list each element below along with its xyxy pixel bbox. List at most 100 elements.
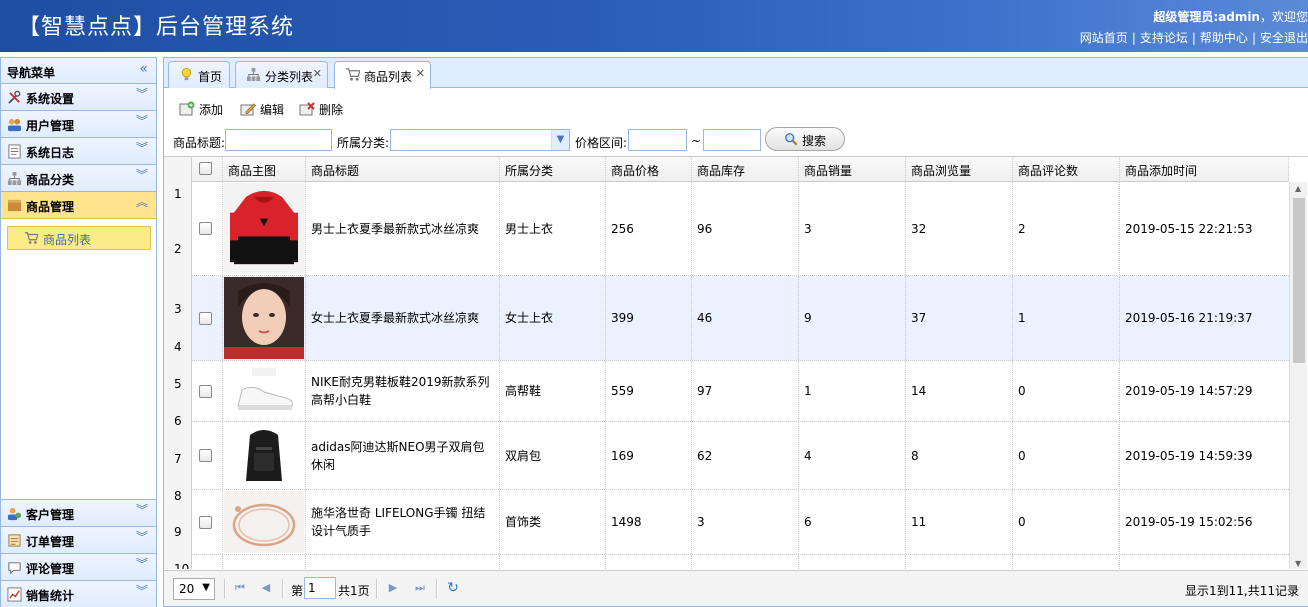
row-checkbox[interactable] — [199, 222, 212, 235]
sidebar-item-goods-management[interactable]: 商品管理 ︽ — [1, 192, 156, 219]
page-size-value: 20 — [179, 582, 195, 596]
category-cell: 男士上衣 — [500, 182, 606, 275]
row-number: 6 — [174, 414, 182, 428]
category-filter-select[interactable]: ▼ — [390, 129, 570, 151]
link-logout[interactable]: 安全退出 — [1260, 31, 1308, 45]
table-row[interactable]: adidas阿迪达斯NEO男子双肩包休闲 双肩包 169 62 4 8 0 20… — [192, 422, 1289, 490]
close-icon[interactable]: ✕ — [416, 67, 425, 80]
prev-page-icon[interactable]: ◀ — [258, 580, 274, 596]
delete-button[interactable]: 删除 — [299, 99, 349, 119]
table-row[interactable]: NIKE耐克男鞋板鞋2019新款系列高帮小白鞋 高帮鞋 559 97 1 14 … — [192, 361, 1289, 422]
tab-goods-list[interactable]: 商品列表 ✕ — [334, 61, 431, 89]
sidebar-item-comment[interactable]: 评论管理 ︾ — [1, 554, 156, 581]
sidebar-item-customer[interactable]: 客户管理 ︾ — [1, 500, 156, 527]
column-header[interactable]: 商品浏览量 — [906, 157, 1013, 182]
last-page-icon[interactable]: ⏭ — [412, 580, 428, 596]
sidebar-item-order[interactable]: 订单管理 ︾ — [1, 527, 156, 554]
select-all-checkbox[interactable] — [199, 162, 212, 175]
row-select-cell — [192, 361, 223, 421]
title-filter-input[interactable] — [225, 129, 332, 151]
row-number: 10 — [174, 562, 190, 569]
chevron-down-icon: ︾ — [135, 87, 148, 101]
sidebar-item-sales-stats[interactable]: 销售统计 ︾ — [1, 581, 156, 607]
category-icon — [7, 171, 22, 186]
link-forum[interactable]: 支持论坛 — [1140, 31, 1188, 45]
column-header[interactable]: 商品标题 — [306, 157, 500, 182]
refresh-icon[interactable]: ↻ — [445, 580, 461, 596]
chevron-down-icon: ︾ — [135, 114, 148, 128]
chevron-down-icon: ︾ — [135, 168, 148, 182]
comments-cell — [1013, 555, 1120, 569]
column-header[interactable]: 所属分类 — [500, 157, 606, 182]
tab-label: 首页 — [198, 70, 223, 84]
table-row[interactable]: 施华洛世奇 LIFELONG手镯 扭结设计气质手 首饰类 1498 3 6 11… — [192, 490, 1289, 555]
product-title-cell: 女士上衣夏季最新款式冰丝凉爽 — [306, 276, 500, 360]
column-header[interactable]: 商品销量 — [799, 157, 906, 182]
sidebar-item-category[interactable]: 商品分类 ︾ — [1, 165, 156, 192]
table-row[interactable] — [192, 555, 1289, 569]
product-image-cell — [223, 555, 306, 569]
table-row[interactable]: 女士上衣夏季最新款式冰丝凉爽 女士上衣 399 46 9 37 1 2019-0… — [192, 276, 1289, 361]
edit-label: 编辑 — [260, 103, 285, 117]
row-checkbox[interactable] — [199, 384, 212, 398]
column-header[interactable]: 商品库存 — [692, 157, 799, 182]
chevron-down-icon: ▼ — [202, 582, 210, 593]
bulb-icon — [181, 67, 192, 81]
row-number: 3 — [174, 302, 182, 316]
total-pages: 共1页 — [338, 584, 370, 598]
row-number: 8 — [174, 489, 182, 503]
collapse-icon[interactable]: « — [139, 61, 148, 77]
scroll-up-icon[interactable]: ▲ — [1295, 184, 1301, 193]
sidebar-item-user-management[interactable]: 用户管理 ︾ — [1, 111, 156, 138]
comments-cell: 2 — [1013, 182, 1120, 275]
close-icon[interactable]: ✕ — [313, 67, 322, 80]
chevron-down-icon: ︾ — [135, 503, 148, 517]
page-number-input[interactable] — [304, 577, 336, 599]
chevron-down-icon: ︾ — [135, 584, 148, 598]
sidebar-subitem-goods-list[interactable]: 商品列表 — [7, 226, 151, 250]
row-select-cell — [192, 276, 223, 360]
rownum-header — [164, 157, 192, 182]
column-header[interactable]: 商品评论数 — [1013, 157, 1120, 182]
search-button[interactable]: 搜索 — [765, 127, 845, 151]
tab-home[interactable]: 首页 — [168, 61, 230, 88]
comment-icon — [8, 562, 21, 575]
row-checkbox[interactable] — [199, 311, 212, 325]
customer-icon — [7, 507, 22, 521]
column-header[interactable]: 商品添加时间 — [1120, 157, 1289, 182]
table-row[interactable]: 男士上衣夏季最新款式冰丝凉爽 男士上衣 256 96 3 32 2 2019-0… — [192, 182, 1289, 276]
sidebar-item-system-log[interactable]: 系统日志 ︾ — [1, 138, 156, 165]
link-help[interactable]: 帮助中心 — [1200, 31, 1248, 45]
add-button[interactable]: 添加 — [179, 99, 229, 119]
edit-button[interactable]: 编辑 — [240, 99, 290, 119]
tab-category-list[interactable]: 分类列表 ✕ — [235, 61, 328, 88]
next-page-icon[interactable]: ▶ — [385, 580, 401, 596]
row-number: 5 — [174, 377, 182, 391]
price-min-input[interactable] — [628, 129, 687, 151]
sales-cell: 1 — [799, 361, 906, 421]
sidebar-item-label: 商品分类 — [26, 173, 75, 187]
category-cell: 女士上衣 — [500, 276, 606, 360]
link-site-home[interactable]: 网站首页 — [1080, 31, 1128, 45]
price-range-separator: ~ — [691, 134, 702, 148]
vertical-scrollbar[interactable]: ▲ ▼ — [1289, 182, 1307, 569]
page-size-select[interactable]: 20 ▼ — [173, 578, 215, 600]
stock-cell: 96 — [692, 182, 799, 275]
scrollbar-thumb[interactable] — [1293, 198, 1305, 363]
product-image-cell — [223, 490, 306, 554]
header-links: 网站首页 | 支持论坛 | 帮助中心 | 安全退出 — [1079, 31, 1308, 45]
product-image-cell — [223, 182, 306, 275]
product-image-cell — [223, 361, 306, 421]
first-page-icon[interactable]: ⏮ — [232, 580, 248, 596]
select-all-cell — [192, 157, 223, 182]
stock-cell: 46 — [692, 276, 799, 360]
sidebar-item-system-settings[interactable]: 系统设置 ︾ — [1, 84, 156, 111]
column-header[interactable]: 商品价格 — [606, 157, 692, 182]
price-max-input[interactable] — [703, 129, 761, 151]
scroll-down-icon[interactable]: ▼ — [1295, 559, 1301, 568]
column-header[interactable]: 商品主图 — [223, 157, 306, 182]
row-checkbox[interactable] — [199, 449, 212, 462]
sales-cell: 6 — [799, 490, 906, 554]
search-icon — [785, 133, 798, 146]
row-checkbox[interactable] — [199, 515, 212, 529]
